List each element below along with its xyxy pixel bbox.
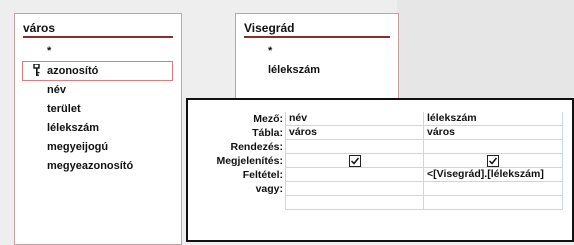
row-label-empty (197, 196, 285, 210)
cell-field-1[interactable]: név (285, 112, 423, 126)
checkmark-icon (350, 157, 359, 165)
table-title[interactable]: Visegrád (236, 14, 398, 36)
field-all[interactable]: * (236, 42, 398, 61)
field-nev[interactable]: név (15, 81, 181, 100)
key-icon (33, 64, 40, 76)
grid-row-show: Megjelenítés: (197, 154, 563, 168)
field-all[interactable]: * (15, 42, 181, 61)
grid-row-empty (197, 196, 563, 210)
cell-empty-1[interactable] (285, 196, 423, 210)
query-design-grid: Mező: név lélekszám Tábla: város város R… (186, 98, 574, 242)
grid-row-sort: Rendezés: (197, 140, 563, 154)
cell-criteria-2[interactable]: <[Visegrád].[lélekszám] (423, 168, 563, 182)
show-checkbox-2[interactable] (487, 155, 499, 167)
row-label: Rendezés: (230, 141, 283, 153)
cell-sort-2[interactable] (423, 140, 563, 154)
cell-criteria-1[interactable] (285, 168, 423, 182)
cell-sort-1[interactable] (285, 140, 423, 154)
checkmark-icon (488, 157, 498, 165)
grid-row-or: vagy: (197, 182, 563, 196)
canvas-shaded-area (397, 0, 574, 100)
grid-row-table: Tábla: város város (197, 126, 563, 140)
cell-or-2[interactable] (423, 182, 563, 196)
table-varos[interactable]: város * azonosító név terület lélekszám … (14, 13, 182, 245)
cell-field-2[interactable]: lélekszám (423, 112, 563, 126)
cell-show-2 (423, 154, 563, 168)
cell-or-1[interactable] (285, 182, 423, 196)
row-label: Megjelenítés: (216, 155, 283, 167)
row-label: vagy: (255, 183, 283, 195)
cell-show-1 (285, 154, 423, 168)
show-checkbox-1[interactable] (348, 155, 361, 167)
field-lelekszam[interactable]: lélekszám (15, 119, 181, 138)
grid-row-field: Mező: név lélekszám (197, 112, 563, 126)
cell-table-2[interactable]: város (423, 126, 563, 140)
grid-row-criteria: Feltétel: <[Visegrád].[lélekszám] (197, 168, 563, 182)
cell-empty-2[interactable] (423, 196, 563, 210)
cell-table-1[interactable]: város (285, 126, 423, 140)
field-megyeazonosito[interactable]: megyeazonosító (15, 157, 181, 176)
row-label: Feltétel: (242, 169, 283, 181)
field-azonosito[interactable]: azonosító (22, 61, 173, 81)
field-megyeijogu[interactable]: megyeijogú (15, 138, 181, 157)
table-title[interactable]: város (15, 14, 181, 36)
field-label: azonosító (47, 65, 99, 77)
field-lelekszam[interactable]: lélekszám (236, 61, 398, 80)
row-label: Tábla: (252, 127, 283, 139)
field-terulet[interactable]: terület (15, 100, 181, 119)
row-label: Mező: (253, 113, 283, 125)
